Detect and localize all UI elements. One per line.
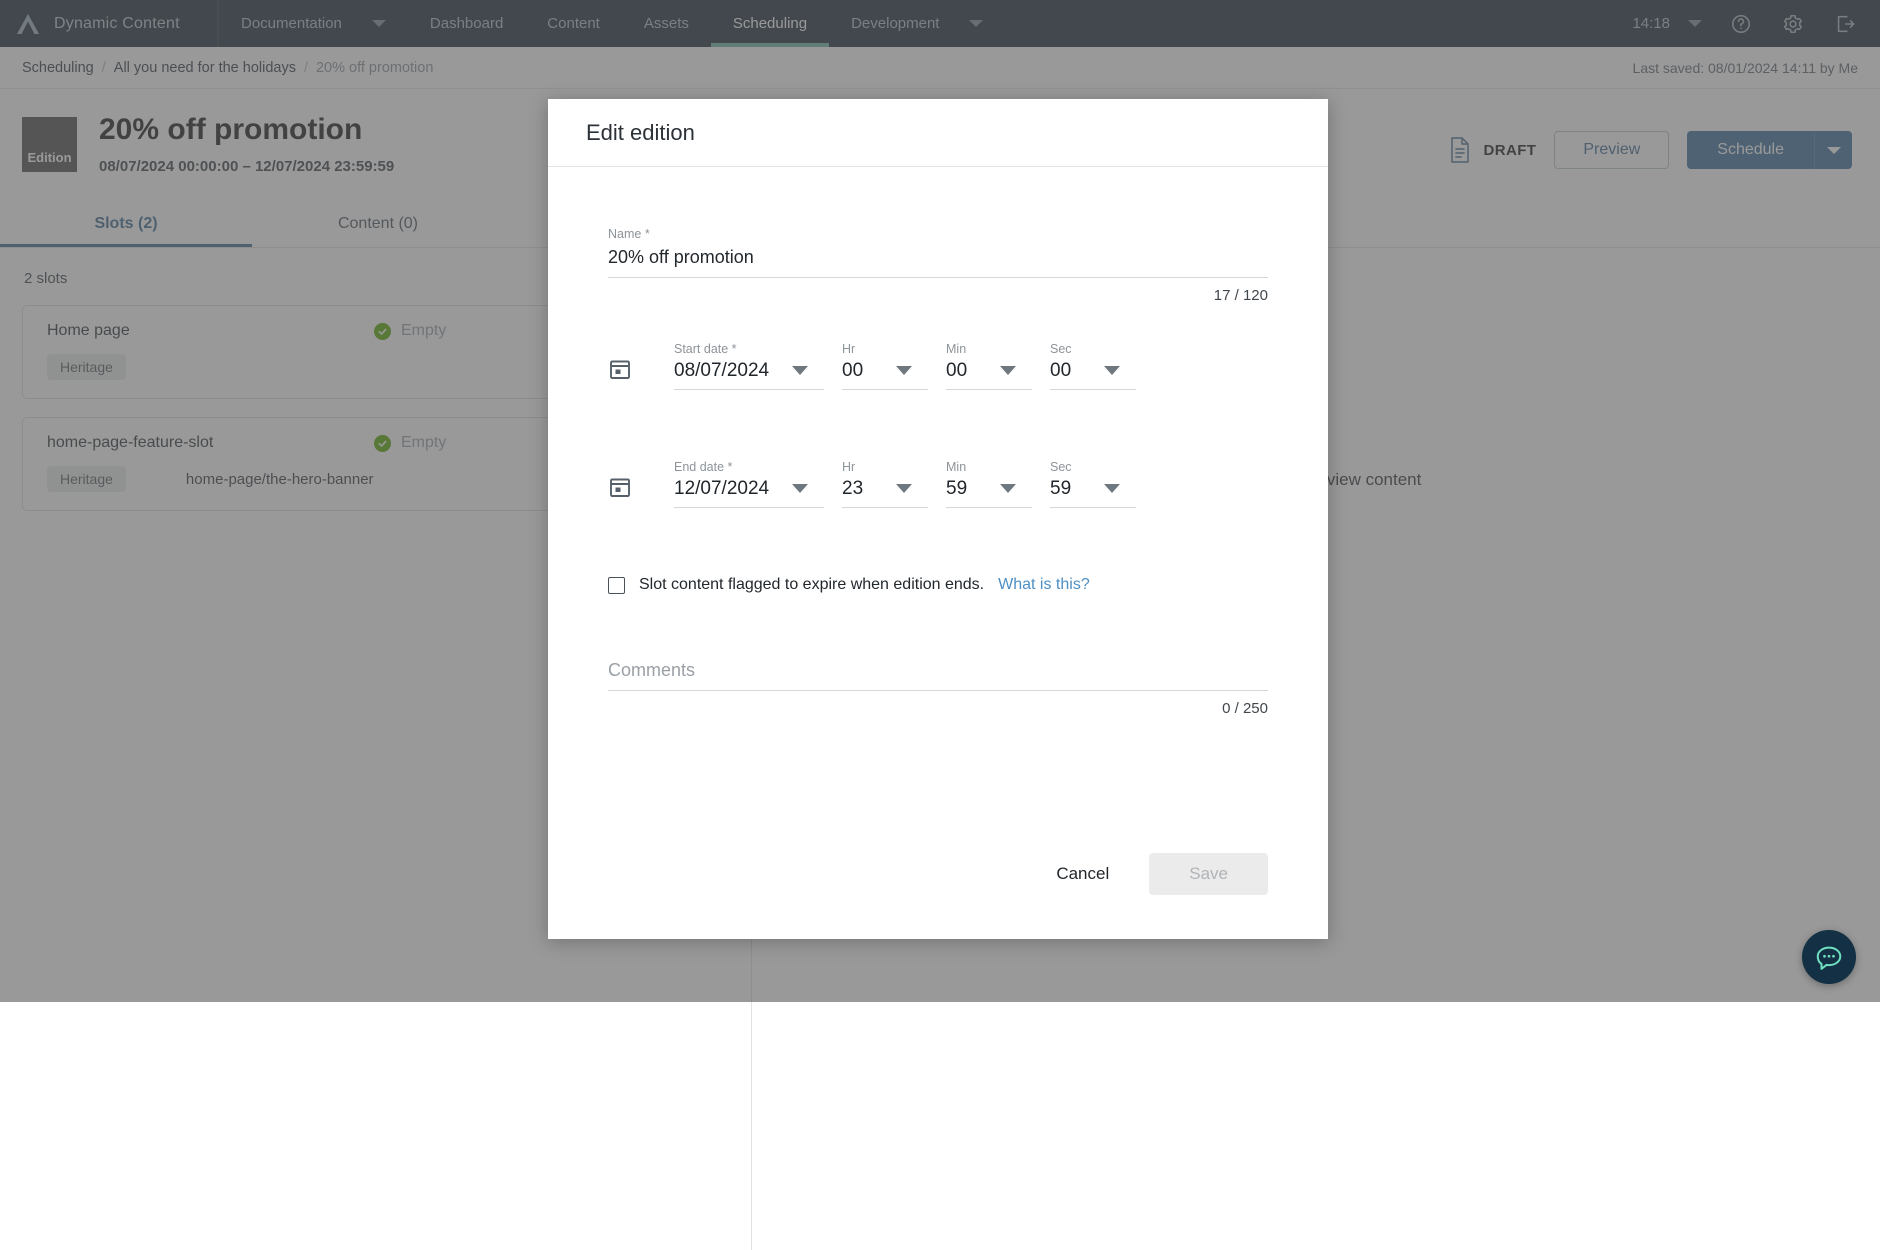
end-minute-field: Min 59 <box>946 460 1032 508</box>
end-second-label: Sec <box>1050 460 1136 474</box>
start-date-field: Start date * 08/07/2024 <box>674 342 824 390</box>
end-date-field: End date * 12/07/2024 <box>674 460 824 508</box>
start-minute-value: 00 <box>946 356 990 389</box>
chat-support-button[interactable] <box>1802 930 1856 984</box>
start-minute-field: Min 00 <box>946 342 1032 390</box>
calendar-icon[interactable] <box>608 475 632 499</box>
expire-checkbox[interactable] <box>608 577 625 594</box>
end-second-value: 59 <box>1050 474 1094 507</box>
comments-input[interactable] <box>608 654 1268 691</box>
name-input[interactable] <box>608 241 1268 278</box>
name-field-group: Name * 17 / 120 <box>608 227 1268 304</box>
expire-checkbox-label: Slot content flagged to expire when edit… <box>639 576 984 594</box>
dialog-title: Edit edition <box>586 120 695 146</box>
what-is-this-link[interactable]: What is this? <box>998 576 1090 594</box>
comments-counter: 0 / 250 <box>608 700 1268 717</box>
start-date-label: Start date * <box>674 342 824 356</box>
start-minute-label: Min <box>946 342 1032 356</box>
start-second-value: 00 <box>1050 356 1094 389</box>
dialog-header: Edit edition <box>548 99 1328 167</box>
comments-field-group: 0 / 250 <box>608 654 1268 717</box>
start-hour-label: Hr <box>842 342 928 356</box>
start-second-label: Sec <box>1050 342 1136 356</box>
start-second-field: Sec 00 <box>1050 342 1136 390</box>
start-second-dropdown[interactable]: 00 <box>1050 356 1136 390</box>
chevron-down-icon <box>1104 484 1120 493</box>
start-hour-value: 00 <box>842 356 886 389</box>
start-date-row: Start date * 08/07/2024 Hr 00 Min 00 <box>608 342 1268 390</box>
start-hour-field: Hr 00 <box>842 342 928 390</box>
chevron-down-icon <box>1104 366 1120 375</box>
expire-checkbox-row: Slot content flagged to expire when edit… <box>608 576 1268 594</box>
start-date-dropdown[interactable]: 08/07/2024 <box>674 356 824 390</box>
chevron-down-icon <box>792 484 808 493</box>
name-field-label: Name * <box>608 227 1268 241</box>
start-date-value: 08/07/2024 <box>674 356 782 389</box>
start-minute-dropdown[interactable]: 00 <box>946 356 1032 390</box>
end-date-label: End date * <box>674 460 824 474</box>
end-date-row: End date * 12/07/2024 Hr 23 Min 59 <box>608 460 1268 508</box>
end-minute-value: 59 <box>946 474 990 507</box>
end-second-dropdown[interactable]: 59 <box>1050 474 1136 508</box>
end-minute-dropdown[interactable]: 59 <box>946 474 1032 508</box>
end-hour-label: Hr <box>842 460 928 474</box>
start-hour-dropdown[interactable]: 00 <box>842 356 928 390</box>
chevron-down-icon <box>896 366 912 375</box>
name-counter: 17 / 120 <box>608 287 1268 304</box>
edit-edition-dialog: Edit edition Name * 17 / 120 Start date … <box>548 99 1328 939</box>
save-button: Save <box>1149 853 1268 895</box>
end-minute-label: Min <box>946 460 1032 474</box>
end-second-field: Sec 59 <box>1050 460 1136 508</box>
dialog-footer: Cancel Save <box>548 853 1328 939</box>
calendar-icon[interactable] <box>608 357 632 381</box>
end-date-dropdown[interactable]: 12/07/2024 <box>674 474 824 508</box>
end-hour-field: Hr 23 <box>842 460 928 508</box>
chevron-down-icon <box>1000 484 1016 493</box>
end-date-value: 12/07/2024 <box>674 474 782 507</box>
chevron-down-icon <box>792 366 808 375</box>
dialog-body: Name * 17 / 120 Start date * 08/07/2024 … <box>548 167 1328 853</box>
chevron-down-icon <box>1000 366 1016 375</box>
chevron-down-icon <box>896 484 912 493</box>
end-hour-dropdown[interactable]: 23 <box>842 474 928 508</box>
chat-bubble-icon <box>1814 942 1844 972</box>
end-hour-value: 23 <box>842 474 886 507</box>
cancel-button[interactable]: Cancel <box>1042 854 1123 894</box>
